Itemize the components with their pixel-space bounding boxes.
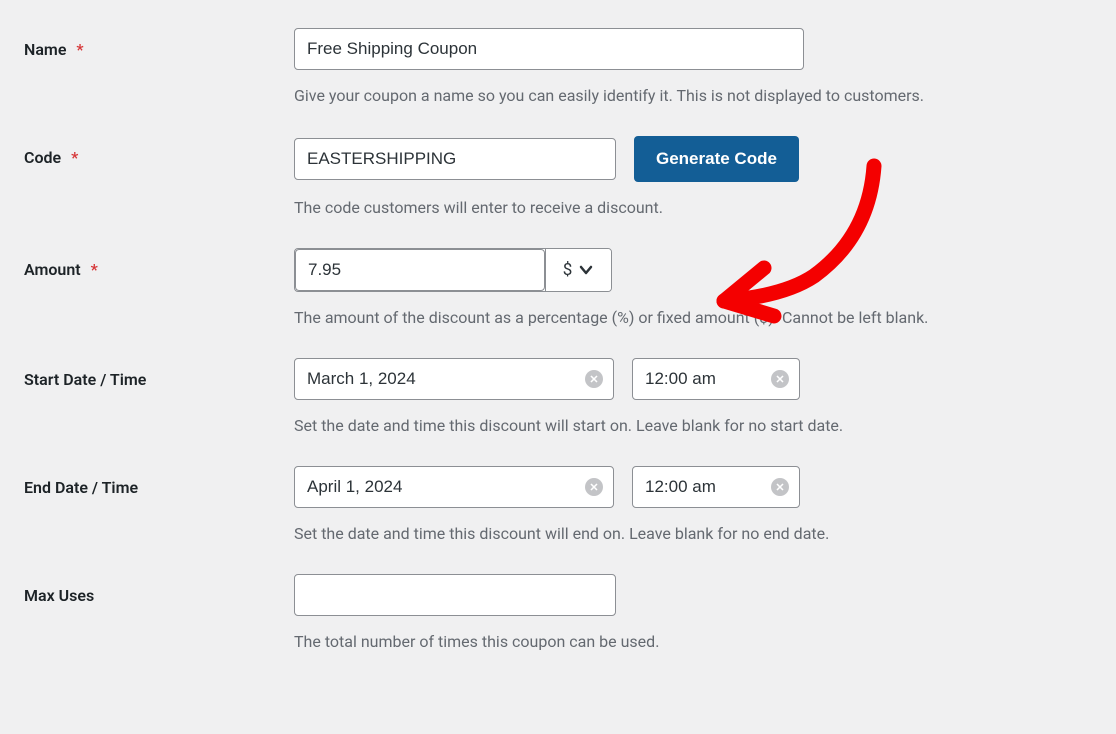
amount-row: Amount * $ The amount of the discount as… [24, 240, 1092, 350]
chevron-down-icon [578, 262, 594, 278]
clear-start-time-icon[interactable]: ✕ [771, 370, 789, 388]
required-mark: * [91, 260, 98, 279]
amount-label-text: Amount [24, 260, 81, 279]
code-input[interactable] [294, 138, 616, 180]
amount-unit-symbol: $ [563, 260, 573, 280]
name-row: Name * Give your coupon a name so you ca… [24, 20, 1092, 128]
start-date-label: Start Date / Time [24, 370, 146, 389]
amount-input-group: $ [294, 248, 612, 292]
code-label: Code * [24, 148, 78, 167]
required-mark: * [76, 40, 83, 59]
code-label-text: Code [24, 148, 61, 167]
start-date-row: Start Date / Time ✕ ✕ Set the date and t… [24, 350, 1092, 458]
amount-input[interactable] [295, 249, 545, 291]
name-label: Name * [24, 40, 84, 59]
amount-help: The amount of the discount as a percenta… [294, 306, 1092, 330]
name-help: Give your coupon a name so you can easil… [294, 84, 1092, 108]
end-date-label: End Date / Time [24, 478, 138, 497]
name-label-text: Name [24, 40, 66, 59]
end-date-input[interactable] [294, 466, 614, 508]
code-help: The code customers will enter to receive… [294, 196, 1092, 220]
max-uses-input[interactable] [294, 574, 616, 616]
end-date-help: Set the date and time this discount will… [294, 522, 1092, 546]
max-uses-help: The total number of times this coupon ca… [294, 630, 1092, 654]
amount-label: Amount * [24, 260, 98, 279]
name-input[interactable] [294, 28, 804, 70]
code-row: Code * Generate Code The code customers … [24, 128, 1092, 240]
max-uses-label: Max Uses [24, 586, 94, 605]
end-date-row: End Date / Time ✕ ✕ Set the date and tim… [24, 458, 1092, 566]
clear-start-date-icon[interactable]: ✕ [585, 370, 603, 388]
required-mark: * [71, 148, 78, 167]
clear-end-time-icon[interactable]: ✕ [771, 478, 789, 496]
generate-code-button[interactable]: Generate Code [634, 136, 799, 182]
start-date-input[interactable] [294, 358, 614, 400]
start-date-help: Set the date and time this discount will… [294, 414, 1092, 438]
clear-end-date-icon[interactable]: ✕ [585, 478, 603, 496]
amount-unit-select[interactable]: $ [545, 249, 611, 291]
max-uses-row: Max Uses The total number of times this … [24, 566, 1092, 674]
